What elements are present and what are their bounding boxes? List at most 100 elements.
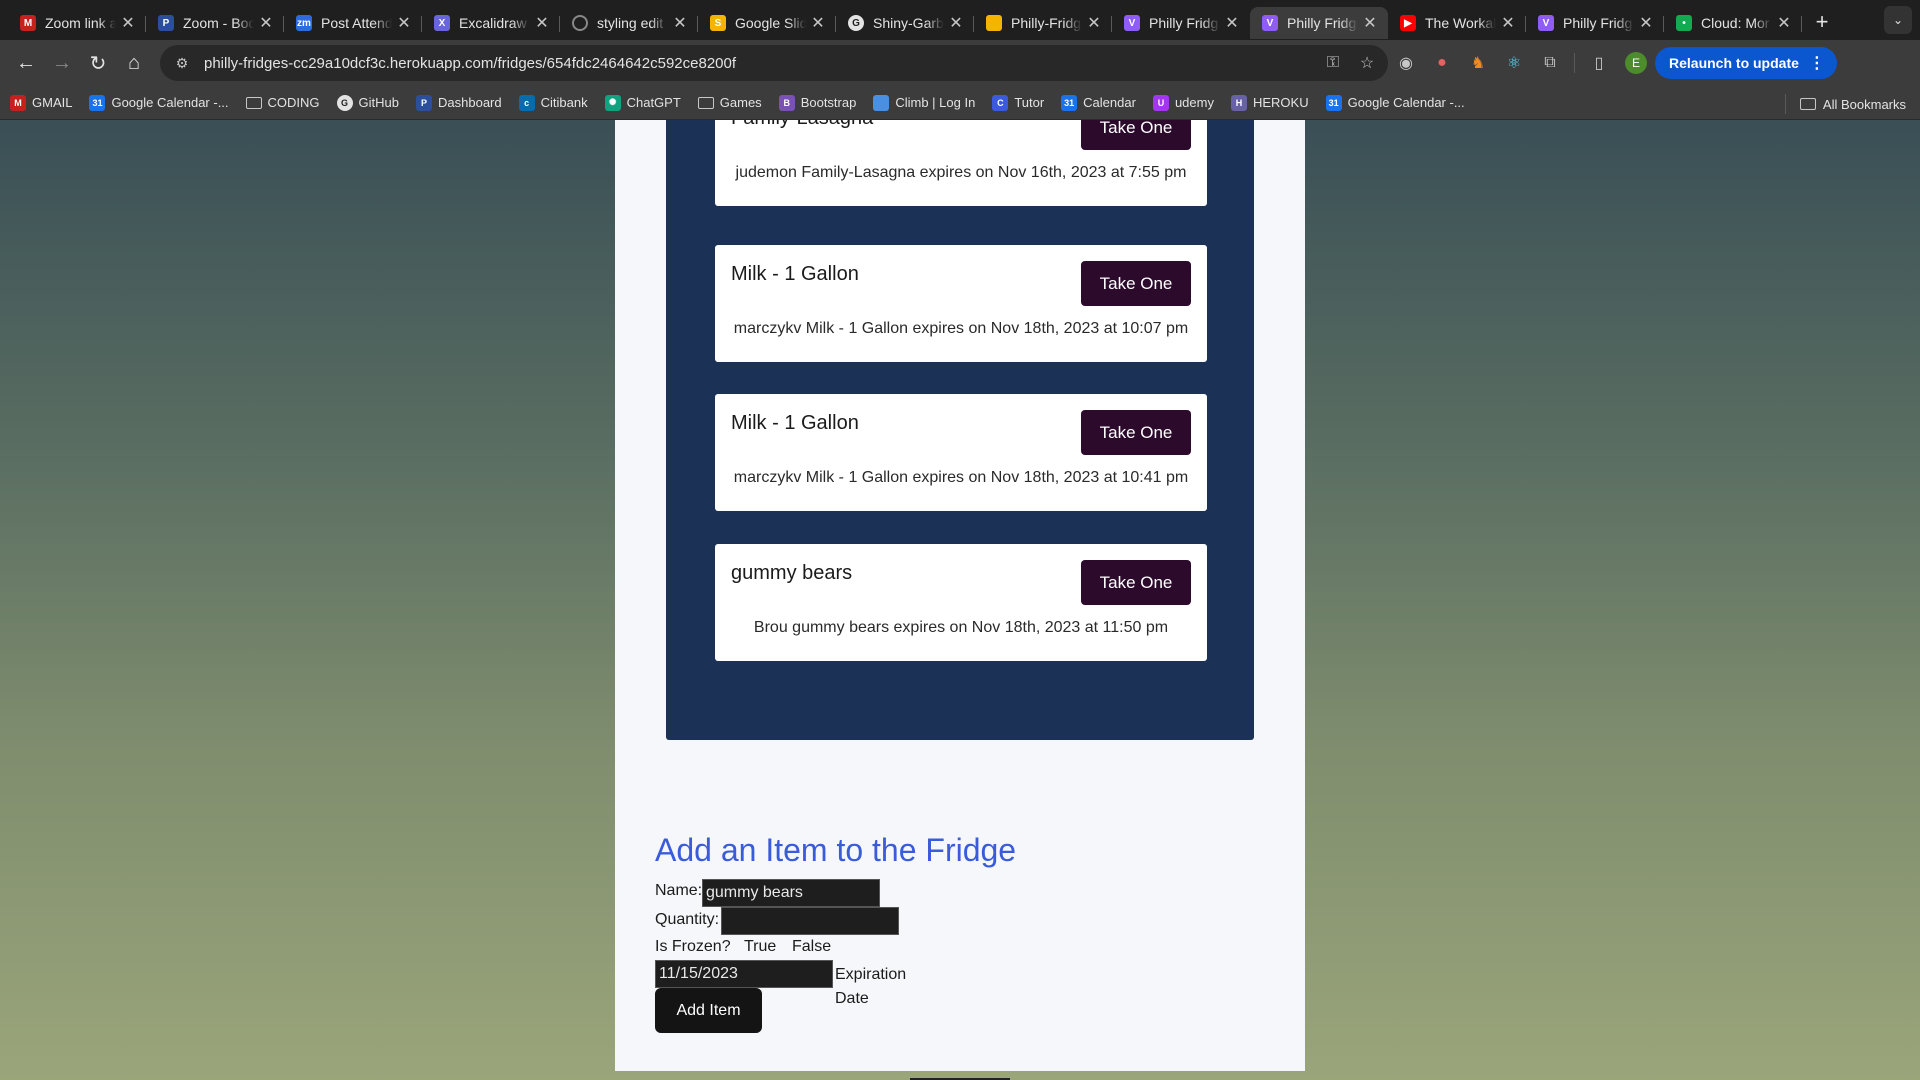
- take-one-button[interactable]: Take One: [1081, 410, 1191, 455]
- bookmark-label: Bootstrap: [800, 95, 857, 110]
- calendar-icon: 31: [1061, 94, 1078, 111]
- take-one-button[interactable]: Take One: [1081, 120, 1191, 150]
- tab-search-chevron-icon[interactable]: ⌄: [1884, 6, 1912, 34]
- screenshot-extension-icon[interactable]: ◉: [1388, 45, 1424, 81]
- fridge-items-panel: Family-Lasagna Take One judemon Family-L…: [666, 120, 1254, 740]
- bookmark-item[interactable]: Climb | Log In: [873, 94, 976, 111]
- browser-tab[interactable]: V Philly Fridg ✕: [1112, 7, 1250, 39]
- quantity-input[interactable]: [721, 907, 899, 935]
- browser-tab[interactable]: Philly-Fridg ✕: [974, 7, 1112, 39]
- calendar-icon: 31: [89, 94, 106, 111]
- citibank-icon: c: [518, 94, 535, 111]
- tab-title: Philly Fridg: [1287, 15, 1357, 31]
- browser-tab[interactable]: S Google Slid ✕: [698, 7, 836, 39]
- bookmark-label: Climb | Log In: [895, 95, 976, 110]
- bookmark-item[interactable]: 31 Google Calendar -...: [89, 94, 229, 111]
- back-arrow-icon[interactable]: ←: [8, 45, 44, 81]
- expiration-date-input[interactable]: 11/15/2023: [655, 960, 833, 988]
- fox-extension-icon[interactable]: ♞: [1460, 45, 1496, 81]
- close-tab-icon[interactable]: ✕: [810, 13, 826, 33]
- bookmark-item[interactable]: H HEROKU: [1230, 94, 1309, 111]
- item-card: Family-Lasagna Take One judemon Family-L…: [715, 120, 1207, 206]
- folder-icon: [697, 96, 714, 109]
- github-icon: G: [848, 15, 864, 31]
- relaunch-to-update-button[interactable]: Relaunch to update ⋮: [1655, 47, 1837, 79]
- climb-icon: [873, 94, 890, 111]
- vite-icon: V: [1538, 15, 1554, 31]
- address-bar[interactable]: ⚙ philly-fridges-cc29a10dcf3c.herokuapp.…: [160, 45, 1388, 81]
- browser-tab[interactable]: X Excalidraw ✕: [422, 7, 560, 39]
- recorder-extension-icon[interactable]: ●: [1424, 45, 1460, 81]
- close-tab-icon[interactable]: ✕: [396, 13, 412, 33]
- take-one-button[interactable]: Take One: [1081, 261, 1191, 306]
- item-description: Brou gummy bears expires on Nov 18th, 20…: [753, 619, 1169, 636]
- bookmark-star-icon[interactable]: ☆: [1354, 50, 1380, 76]
- profile-avatar[interactable]: E: [1625, 52, 1647, 74]
- penn-shield-icon: P: [158, 15, 174, 31]
- bookmark-item[interactable]: ✺ ChatGPT: [604, 94, 681, 111]
- url-text[interactable]: philly-fridges-cc29a10dcf3c.herokuapp.co…: [204, 55, 1320, 72]
- bookmark-item[interactable]: P Dashboard: [416, 94, 502, 111]
- bookmark-item[interactable]: B Bootstrap: [778, 94, 857, 111]
- close-tab-icon[interactable]: ✕: [258, 13, 274, 33]
- toolbar-divider: [1574, 53, 1575, 73]
- close-tab-icon[interactable]: ✕: [1086, 13, 1102, 33]
- password-key-icon[interactable]: ⚿: [1320, 50, 1346, 76]
- new-tab-button[interactable]: +: [1808, 8, 1836, 36]
- mongodb-icon: •: [1676, 15, 1692, 31]
- browser-tab[interactable]: M Zoom link a ✕: [8, 7, 146, 39]
- bookmark-item[interactable]: Games: [697, 95, 762, 110]
- bookmark-item[interactable]: Uudemy: [1152, 94, 1214, 111]
- item-card: Milk - 1 Gallon Take One marczykv Milk -…: [715, 394, 1207, 511]
- bookmarks-divider: [1784, 94, 1786, 114]
- forward-arrow-icon[interactable]: →: [44, 45, 80, 81]
- browser-tab[interactable]: ▶ The Workal ✕: [1388, 7, 1526, 39]
- close-tab-icon[interactable]: ✕: [1638, 13, 1654, 33]
- frozen-false-option[interactable]: False: [792, 938, 831, 956]
- reload-icon[interactable]: ↻: [80, 45, 116, 81]
- name-input[interactable]: gummy bears: [702, 879, 880, 907]
- bookmark-item[interactable]: G GitHub: [336, 94, 399, 111]
- bookmark-item[interactable]: C Tutor: [992, 94, 1044, 111]
- home-icon[interactable]: ⌂: [116, 45, 152, 81]
- close-tab-icon[interactable]: ✕: [534, 13, 550, 33]
- bookmark-item[interactable]: CODING: [245, 95, 320, 110]
- browser-tab[interactable]: V Philly Fridg ✕: [1250, 7, 1388, 39]
- close-tab-icon[interactable]: ✕: [1500, 13, 1516, 33]
- browser-tab[interactable]: P Zoom - Boo ✕: [146, 7, 284, 39]
- close-tab-icon[interactable]: ✕: [672, 13, 688, 33]
- all-bookmarks-label: All Bookmarks: [1822, 96, 1906, 112]
- browser-tab[interactable]: • Cloud: Mor ✕: [1664, 7, 1802, 39]
- side-panel-icon[interactable]: ▯: [1581, 45, 1617, 81]
- bookmark-item[interactable]: 31 Google Calendar -...: [1325, 94, 1465, 111]
- browser-tab[interactable]: zm Post Attend ✕: [284, 7, 422, 39]
- react-devtools-icon[interactable]: ⚛: [1496, 45, 1532, 81]
- close-tab-icon[interactable]: ✕: [1362, 13, 1378, 33]
- bookmark-label: Calendar: [1083, 95, 1136, 110]
- close-tab-icon[interactable]: ✕: [1224, 13, 1240, 33]
- tab-title: Google Slid: [735, 15, 806, 31]
- close-tab-icon[interactable]: ✕: [948, 13, 964, 33]
- bookmark-label: HEROKU: [1252, 95, 1309, 110]
- gmail-icon: M: [10, 94, 26, 111]
- take-one-button[interactable]: Take One: [1081, 560, 1191, 605]
- frozen-true-option[interactable]: True: [744, 938, 776, 956]
- browser-tab[interactable]: V Philly Fridg ✕: [1526, 7, 1664, 39]
- add-item-button[interactable]: Add Item: [655, 988, 762, 1033]
- fridge-page: Family-Lasagna Take One judemon Family-L…: [615, 120, 1305, 1071]
- site-settings-icon[interactable]: ⚙: [172, 53, 192, 73]
- bookmark-item[interactable]: c Citibank: [518, 94, 588, 111]
- name-label: Name:: [655, 882, 703, 899]
- extensions-puzzle-icon[interactable]: ⧉: [1532, 45, 1568, 81]
- all-bookmarks-button[interactable]: All Bookmarks: [1784, 94, 1906, 114]
- bookmark-label: ChatGPT: [626, 95, 681, 110]
- close-tab-icon[interactable]: ✕: [1776, 13, 1792, 33]
- bookmark-item[interactable]: M GMAIL: [10, 94, 72, 111]
- item-name: Family-Lasagna: [731, 120, 873, 130]
- close-tab-icon[interactable]: ✕: [120, 13, 136, 33]
- item-card: Milk - 1 Gallon Take One marczykv Milk -…: [715, 245, 1207, 362]
- more-menu-icon[interactable]: ⋮: [1809, 53, 1825, 73]
- browser-tab[interactable]: G Shiny-Garb ✕: [836, 7, 974, 39]
- browser-tab[interactable]: styling edit ✕: [560, 7, 698, 39]
- bookmark-item[interactable]: 31 Calendar: [1061, 94, 1136, 111]
